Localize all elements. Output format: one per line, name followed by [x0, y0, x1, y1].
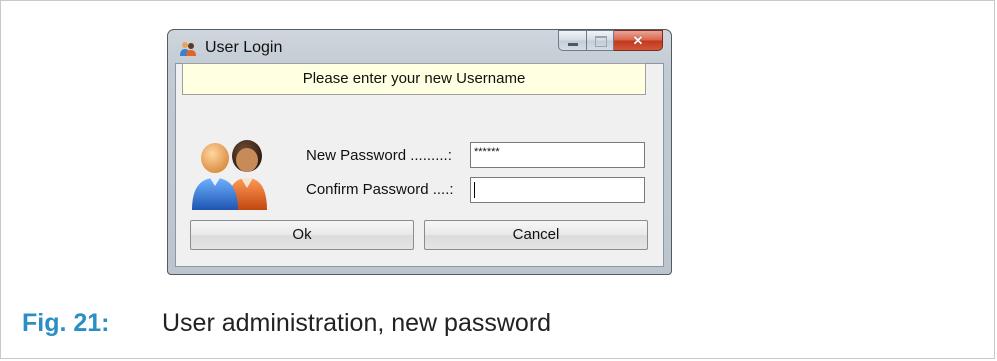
new-password-field[interactable]: ******: [470, 142, 645, 168]
confirm-password-field[interactable]: [470, 177, 645, 203]
close-icon: ✕: [632, 33, 644, 48]
ok-button[interactable]: Ok: [190, 220, 414, 250]
users-icon: [180, 42, 196, 56]
users-avatar-icon: [192, 140, 267, 210]
figure-caption-text: User administration, new password: [162, 309, 552, 337]
text-caret: [474, 182, 475, 198]
minimize-icon: [568, 43, 578, 46]
cancel-button[interactable]: Cancel: [424, 220, 648, 250]
window-title: User Login: [205, 39, 283, 56]
minimize-button[interactable]: [558, 30, 587, 51]
close-button[interactable]: ✕: [614, 30, 663, 51]
instruction-banner: Please enter your new Username: [182, 63, 646, 95]
title-bar[interactable]: User Login ✕: [168, 30, 671, 63]
new-password-label: New Password .........:: [306, 147, 452, 164]
maximize-button[interactable]: [587, 30, 614, 51]
figure-number: Fig. 21:: [22, 309, 110, 337]
figure-caption: Fig. 21: User administration, new passwo…: [22, 309, 551, 338]
maximize-icon: [595, 36, 607, 47]
confirm-password-label: Confirm Password ....:: [306, 181, 454, 198]
caption-buttons: ✕: [558, 30, 663, 51]
